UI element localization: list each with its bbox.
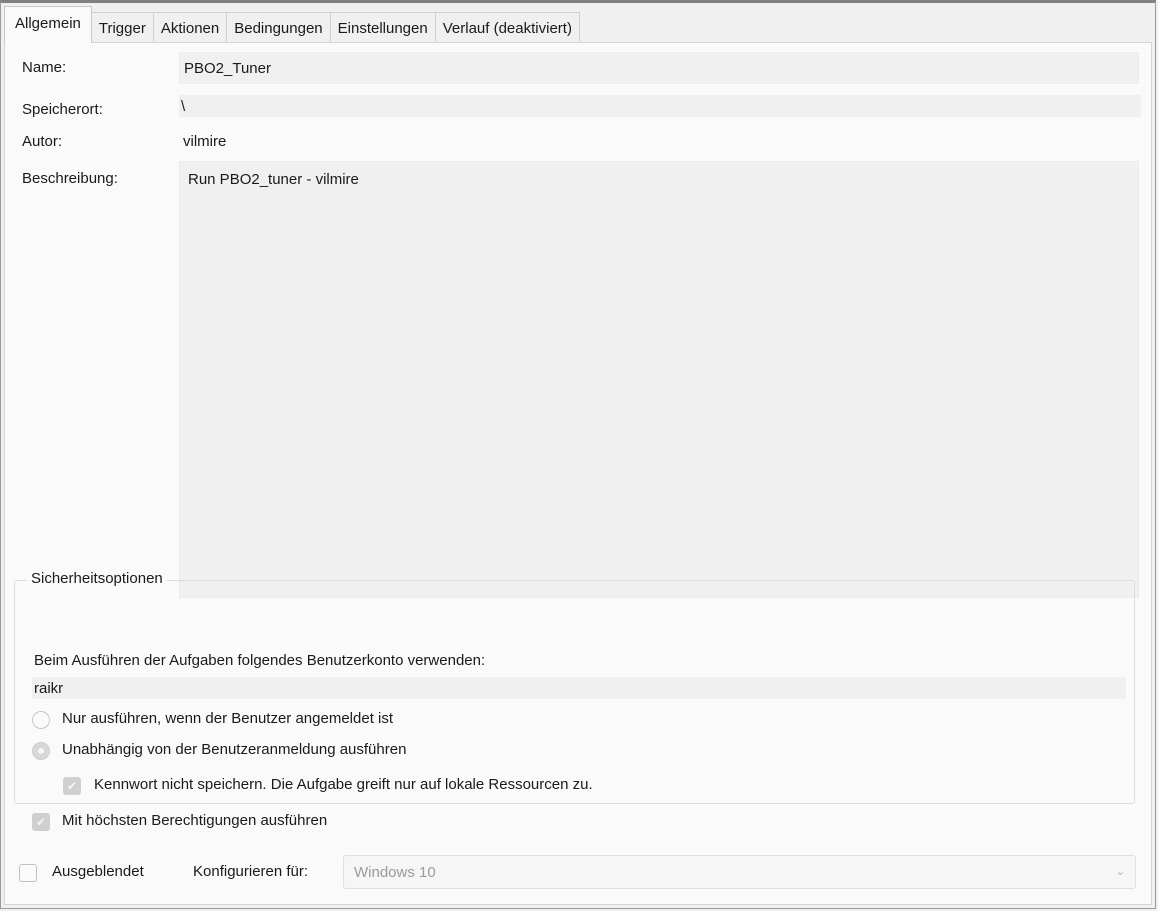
tab-strip: Allgemein Trigger Aktionen Bedingungen E… [4, 6, 1158, 43]
location-label: Speicherort: [22, 101, 103, 118]
tab-allgemein[interactable]: Allgemein [4, 6, 92, 43]
radio-independent[interactable] [32, 742, 50, 760]
security-options-title: Sicherheitsoptionen [27, 570, 167, 587]
checkbox-hidden-label: Ausgeblendet [52, 863, 144, 880]
location-field[interactable]: \ [179, 95, 1141, 117]
configure-for-value: Windows 10 [354, 863, 436, 881]
checkbox-hidden[interactable] [19, 864, 37, 882]
chevron-down-icon: ⌄ [1115, 866, 1125, 878]
tab-aktionen[interactable]: Aktionen [152, 12, 228, 43]
radio-logged-on-label: Nur ausführen, wenn der Benutzer angemel… [62, 710, 394, 727]
checkbox-no-password[interactable]: ✔ [63, 777, 81, 795]
radio-independent-label: Unabhängig von der Benutzeranmeldung aus… [62, 741, 407, 758]
name-label: Name: [22, 59, 67, 76]
description-textarea[interactable]: Run PBO2_tuner - vilmire [179, 161, 1139, 598]
checkbox-highest-privileges-label: Mit höchsten Berechtigungen ausführen [62, 812, 328, 829]
description-label: Beschreibung: [22, 170, 118, 187]
configure-for-select[interactable]: Windows 10 ⌄ [343, 855, 1136, 889]
tab-verlauf[interactable]: Verlauf (deaktiviert) [434, 12, 580, 43]
account-field[interactable]: raikr [32, 677, 1126, 699]
checkbox-no-password-label: Kennwort nicht speichern. Die Aufgabe gr… [94, 776, 593, 793]
configure-for-label: Konfigurieren für: [193, 863, 309, 880]
author-label: Autor: [22, 133, 63, 150]
name-field[interactable]: PBO2_Tuner [179, 52, 1139, 84]
tab-trigger[interactable]: Trigger [90, 12, 154, 43]
checkmark-icon: ✔ [35, 815, 47, 829]
radio-logged-on[interactable] [32, 711, 50, 729]
account-prompt: Beim Ausführen der Aufgaben folgendes Be… [34, 652, 486, 669]
tab-bedingungen[interactable]: Bedingungen [226, 12, 331, 43]
tab-einstellungen[interactable]: Einstellungen [329, 12, 436, 43]
checkmark-icon: ✔ [66, 779, 78, 793]
checkbox-highest-privileges[interactable]: ✔ [32, 813, 50, 831]
author-value: vilmire [183, 133, 227, 150]
